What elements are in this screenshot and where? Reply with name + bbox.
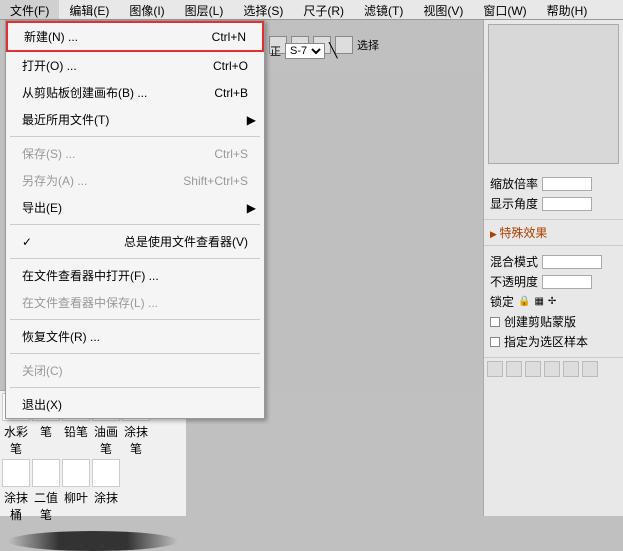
menu-item-label: 另存为(A) ... xyxy=(22,172,87,189)
menu-item-label: 恢复文件(R) ... xyxy=(22,328,100,345)
menu-item-restore[interactable]: 恢复文件(R) ... xyxy=(6,323,264,350)
file-menu-dropdown: 新建(N) ... Ctrl+N 打开(O) ... Ctrl+O 从剪贴板创建… xyxy=(5,20,265,419)
clip-checkbox[interactable] xyxy=(490,317,500,327)
menu-filter[interactable]: 滤镜(T) xyxy=(354,0,413,19)
menu-view[interactable]: 视图(V) xyxy=(413,0,473,19)
right-panel: 缩放倍率 显示角度 特殊效果 混合模式 不透明度 锁定 🔒 ▦ ✢ 创建剪贴蒙版 xyxy=(483,20,623,516)
menubar: 文件(F) 编辑(E) 图像(I) 图层(L) 选择(S) 尺子(R) 滤镜(T… xyxy=(0,0,623,20)
menu-item-label: 最近所用文件(T) xyxy=(22,111,109,128)
menu-item-label: 保存(S) ... xyxy=(22,145,75,162)
new-folder-icon[interactable] xyxy=(506,361,522,377)
menu-item-label: 退出(X) xyxy=(22,396,62,413)
menu-separator xyxy=(10,224,260,225)
zoom-field[interactable] xyxy=(542,177,592,191)
checkbox-icon: ✓ xyxy=(22,235,34,249)
brush-label: 水彩笔 xyxy=(2,423,30,457)
angle-label: 显示角度 xyxy=(490,195,538,212)
menu-item-clipboard[interactable]: 从剪贴板创建画布(B) ... Ctrl+B xyxy=(6,79,264,106)
menu-item-always-viewer[interactable]: ✓ 总是使用文件查看器(V) xyxy=(6,228,264,255)
submenu-arrow-icon: ▶ xyxy=(247,113,256,127)
menu-item-shortcut: Ctrl+B xyxy=(214,86,248,100)
menu-separator xyxy=(10,136,260,137)
menu-layer[interactable]: 图层(L) xyxy=(175,0,234,19)
opacity-field[interactable] xyxy=(542,275,592,289)
menu-item-label: 总是使用文件查看器(V) xyxy=(124,233,248,250)
menu-separator xyxy=(10,387,260,388)
brush-preset[interactable] xyxy=(92,459,120,487)
menu-image[interactable]: 图像(I) xyxy=(119,0,174,19)
menu-item-shortcut: Ctrl+S xyxy=(214,147,248,161)
move-lock-icon[interactable]: ✢ xyxy=(548,296,556,307)
menu-item-label: 从剪贴板创建画布(B) ... xyxy=(22,84,147,101)
menu-select[interactable]: 选择(S) xyxy=(233,0,293,19)
brush-label: 二值笔 xyxy=(32,489,60,523)
navigator-preview[interactable] xyxy=(488,24,619,164)
mode-label: 正 xyxy=(270,43,281,59)
sample-label: 指定为选区样本 xyxy=(504,333,588,350)
menu-item-open-viewer[interactable]: 在文件查看器中打开(F) ... xyxy=(6,262,264,289)
brush-label: 涂抹桶 xyxy=(2,489,30,523)
submenu-arrow-icon: ▶ xyxy=(247,201,256,215)
trash-icon[interactable] xyxy=(582,361,598,377)
merge-icon[interactable] xyxy=(544,361,560,377)
layer-actions xyxy=(484,358,623,380)
brush-preset[interactable] xyxy=(32,459,60,487)
menu-edit[interactable]: 编辑(E) xyxy=(59,0,119,19)
menu-item-export[interactable]: 导出(E) ▶ xyxy=(6,194,264,221)
lock-icon[interactable]: 🔒 xyxy=(518,296,530,307)
brush-label: 油画笔 xyxy=(92,423,120,457)
menu-item-label: 关闭(C) xyxy=(22,362,63,379)
blend-select[interactable] xyxy=(542,255,602,269)
menu-item-label: 新建(N) ... xyxy=(24,28,78,45)
brush-preset[interactable] xyxy=(62,459,90,487)
menu-item-label: 打开(O) ... xyxy=(22,57,77,74)
angle-field[interactable] xyxy=(542,197,592,211)
menu-item-close: 关闭(C) xyxy=(6,357,264,384)
blend-label: 混合模式 xyxy=(490,253,538,270)
brush-label: 笔 xyxy=(32,423,60,457)
lock-label: 锁定 xyxy=(490,293,514,310)
brush-label: 涂抹笔 xyxy=(122,423,150,457)
menu-separator xyxy=(10,353,260,354)
brush-label: 铅笔 xyxy=(62,423,90,457)
menu-item-save-viewer: 在文件查看器中保存(L) ... xyxy=(6,289,264,316)
menu-item-new[interactable]: 新建(N) ... Ctrl+N xyxy=(6,21,264,52)
new-layer-icon[interactable] xyxy=(487,361,503,377)
tool-option-icon[interactable] xyxy=(335,36,353,54)
menu-help[interactable]: 帮助(H) xyxy=(537,0,598,19)
brush-label: 柳叶 xyxy=(62,489,90,523)
opacity-label: 不透明度 xyxy=(490,273,538,290)
effects-header[interactable]: 特殊效果 xyxy=(490,224,617,241)
brush-preset[interactable] xyxy=(2,459,30,487)
zoom-label: 缩放倍率 xyxy=(490,175,538,192)
select-label: 选择 xyxy=(357,37,379,53)
menu-item-label: 导出(E) xyxy=(22,199,62,216)
menu-item-save: 保存(S) ... Ctrl+S xyxy=(6,140,264,167)
menu-separator xyxy=(10,319,260,320)
menu-separator xyxy=(10,258,260,259)
menu-item-exit[interactable]: 退出(X) xyxy=(6,391,264,418)
menu-item-shortcut: Ctrl+O xyxy=(213,59,248,73)
menu-window[interactable]: 窗口(W) xyxy=(473,0,536,19)
line-icon: ╲ xyxy=(329,42,337,59)
menu-file[interactable]: 文件(F) xyxy=(0,0,59,19)
menu-item-label: 在文件查看器中打开(F) ... xyxy=(22,267,159,284)
pixel-lock-icon[interactable]: ▦ xyxy=(534,296,543,307)
menu-item-saveas: 另存为(A) ... Shift+Ctrl+S xyxy=(6,167,264,194)
menu-item-recent[interactable]: 最近所用文件(T) ▶ xyxy=(6,106,264,133)
menu-item-shortcut: Ctrl+N xyxy=(212,30,246,44)
menu-item-label: 在文件查看器中保存(L) ... xyxy=(22,294,158,311)
clear-icon[interactable] xyxy=(563,361,579,377)
menu-ruler[interactable]: 尺子(R) xyxy=(293,0,354,19)
clip-label: 创建剪贴蒙版 xyxy=(504,313,576,330)
sample-checkbox[interactable] xyxy=(490,337,500,347)
seven-select[interactable]: S-7 xyxy=(285,43,325,59)
brush-stroke-preview xyxy=(8,531,178,551)
mask-icon[interactable] xyxy=(525,361,541,377)
menu-item-open[interactable]: 打开(O) ... Ctrl+O xyxy=(6,52,264,79)
menu-item-shortcut: Shift+Ctrl+S xyxy=(183,174,248,188)
brush-label: 涂抹 xyxy=(92,489,120,523)
